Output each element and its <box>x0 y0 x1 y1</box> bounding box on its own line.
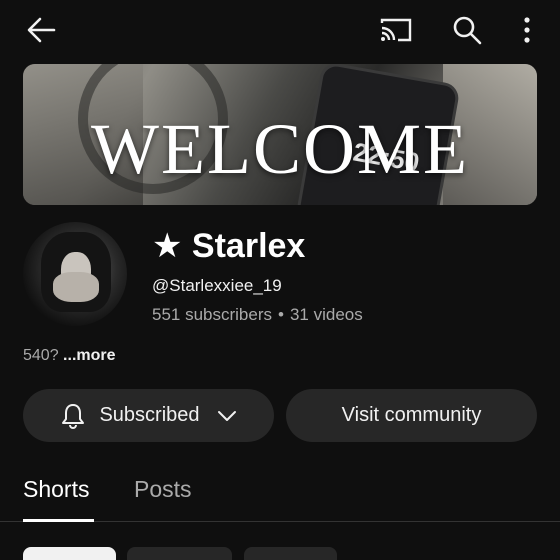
video-count: 31 videos <box>289 305 363 324</box>
channel-name: ★ Starlex <box>152 227 306 265</box>
more-vertical-icon <box>524 17 530 43</box>
channel-avatar[interactable] <box>23 222 127 326</box>
tab-posts[interactable]: Posts <box>134 476 192 503</box>
description-more-link[interactable]: ...more <box>63 347 115 364</box>
visit-community-label: Visit community <box>341 404 482 426</box>
description-text: 540? <box>23 347 59 364</box>
tab-shorts[interactable]: Shorts <box>23 476 89 503</box>
filter-chip[interactable] <box>244 547 337 560</box>
channel-stats: 551 subscribers • 31 videos <box>152 305 363 325</box>
channel-handle: @Starlexxiee_19 <box>152 276 282 295</box>
channel-tabs: Shorts Posts <box>0 462 560 522</box>
bell-icon <box>62 403 85 429</box>
cast-button[interactable] <box>376 12 416 48</box>
avatar-hand <box>53 272 99 302</box>
subscribed-button[interactable]: Subscribed <box>23 389 274 442</box>
search-button[interactable] <box>448 12 486 48</box>
top-app-bar <box>0 0 560 60</box>
back-button[interactable] <box>22 12 60 48</box>
channel-banner[interactable]: 22:50 WELCOME <box>23 64 537 205</box>
tab-selected-indicator <box>23 519 94 522</box>
more-options-button[interactable] <box>512 12 542 48</box>
search-icon <box>453 16 482 45</box>
filter-chip[interactable] <box>23 547 116 560</box>
chevron-down-icon <box>217 410 236 421</box>
visit-community-button[interactable]: Visit community <box>286 389 537 442</box>
banner-headline: WELCOME <box>91 109 469 189</box>
subscriber-count: 551 subscribers <box>152 305 273 324</box>
stats-separator: • <box>278 305 284 324</box>
cast-icon <box>380 18 412 42</box>
filter-chip[interactable] <box>127 547 232 560</box>
arrow-left-icon <box>27 17 56 43</box>
subscribed-label: Subscribed <box>99 404 200 426</box>
channel-description[interactable]: 540? ...more <box>23 347 116 365</box>
